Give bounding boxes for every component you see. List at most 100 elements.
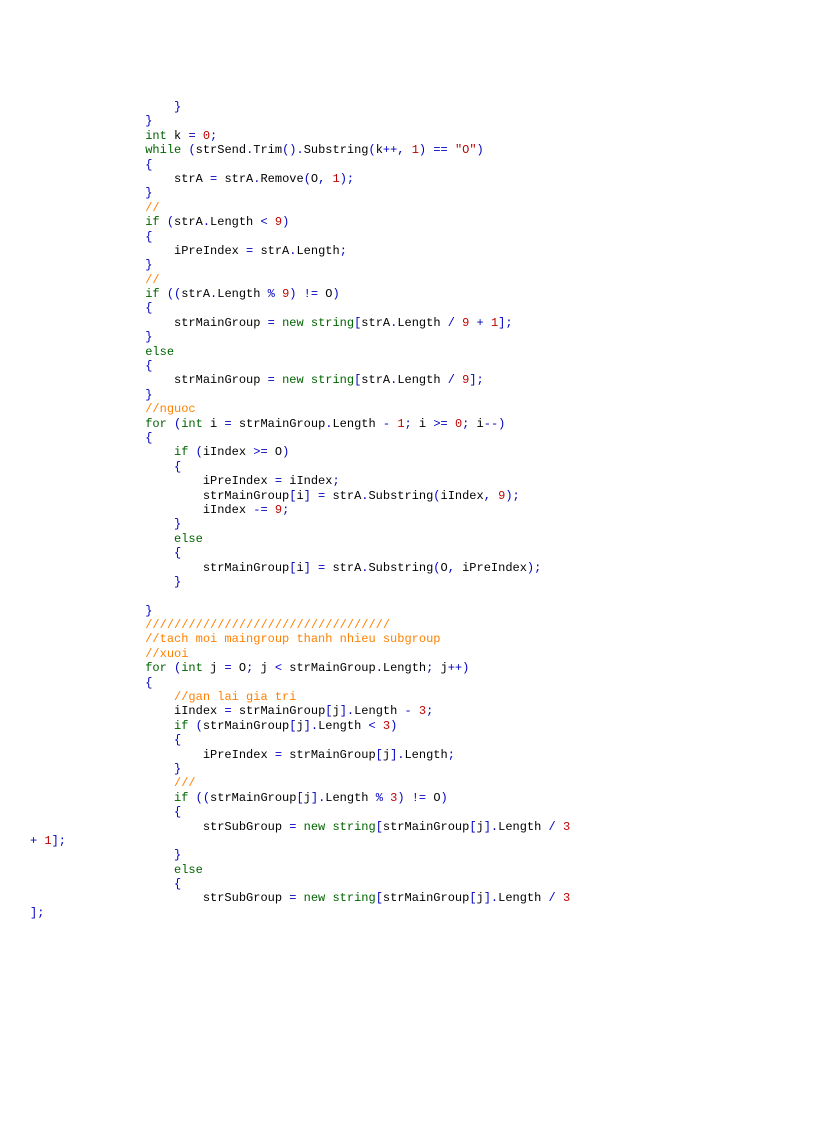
code-token: Substring bbox=[368, 489, 433, 503]
code-token: 3 bbox=[563, 891, 577, 905]
code-token: [ bbox=[469, 820, 476, 834]
code-token: = bbox=[246, 244, 260, 258]
code-token: strSend bbox=[196, 143, 246, 157]
code-token: //xuoi bbox=[145, 647, 188, 661]
code-token: = bbox=[289, 820, 303, 834]
code-token: j bbox=[477, 820, 484, 834]
code-line: //xuoi bbox=[30, 647, 786, 661]
code-token: ) bbox=[390, 719, 397, 733]
code-line: { bbox=[30, 301, 786, 315]
code-token: iPreIndex bbox=[203, 748, 275, 762]
code-token bbox=[30, 791, 174, 805]
code-token: O bbox=[275, 445, 282, 459]
code-token: ; bbox=[340, 244, 347, 258]
code-token: { bbox=[30, 546, 181, 560]
code-token: ++) bbox=[448, 661, 470, 675]
code-token: strMainGroup bbox=[203, 719, 289, 733]
code-token: } bbox=[30, 517, 181, 531]
code-line: + 1]; bbox=[30, 834, 786, 848]
code-token: [ bbox=[376, 748, 383, 762]
code-token: for bbox=[145, 661, 174, 675]
code-token: new bbox=[282, 373, 311, 387]
code-token: iIndex bbox=[174, 704, 224, 718]
code-token: string bbox=[311, 316, 354, 330]
code-token: strMainGroup bbox=[239, 704, 325, 718]
code-token: if bbox=[145, 287, 167, 301]
code-token: k bbox=[174, 129, 188, 143]
code-line: for (int i = strMainGroup.Length - 1; i … bbox=[30, 417, 786, 431]
code-token: ]; bbox=[52, 834, 66, 848]
code-token: [ bbox=[376, 891, 383, 905]
code-token: . bbox=[376, 661, 383, 675]
code-token: } bbox=[30, 258, 152, 272]
code-token: strMainGroup bbox=[383, 820, 469, 834]
code-token: { bbox=[30, 676, 152, 690]
code-line: } bbox=[30, 517, 786, 531]
code-token: O bbox=[311, 172, 318, 186]
code-token bbox=[30, 489, 203, 503]
code-token bbox=[30, 345, 145, 359]
code-token: strA bbox=[174, 215, 203, 229]
code-line: { bbox=[30, 676, 786, 690]
code-token: 1 bbox=[333, 172, 340, 186]
code-line: strA = strA.Remove(O, 1); bbox=[30, 172, 786, 186]
code-token bbox=[30, 647, 145, 661]
code-token: % bbox=[268, 287, 282, 301]
code-line: strMainGroup = new string[strA.Length / … bbox=[30, 316, 786, 330]
code-token: O bbox=[239, 661, 246, 675]
code-token: ( bbox=[167, 215, 174, 229]
code-token: >= bbox=[253, 445, 275, 459]
code-token: strMainGroup bbox=[289, 661, 375, 675]
code-token bbox=[30, 215, 145, 229]
code-token: i bbox=[210, 417, 224, 431]
code-token: i bbox=[296, 489, 303, 503]
code-token: ; bbox=[246, 661, 260, 675]
code-line: ////////////////////////////////// bbox=[30, 618, 786, 632]
code-token: i bbox=[296, 561, 303, 575]
code-token: 1 bbox=[412, 143, 419, 157]
code-token: ]. bbox=[304, 719, 318, 733]
code-token: ; bbox=[448, 748, 455, 762]
code-token: 0 bbox=[203, 129, 210, 143]
code-token: ]. bbox=[484, 891, 498, 905]
code-token: ; bbox=[426, 704, 433, 718]
code-token: } bbox=[30, 762, 181, 776]
code-token bbox=[30, 143, 145, 157]
code-token: i bbox=[419, 417, 433, 431]
code-token bbox=[30, 561, 203, 575]
code-line: { bbox=[30, 230, 786, 244]
code-token: j bbox=[296, 719, 303, 733]
code-token: Length bbox=[332, 417, 382, 431]
code-token: Length bbox=[325, 791, 375, 805]
code-token: < bbox=[275, 661, 289, 675]
code-token: { bbox=[30, 359, 152, 373]
code-token: 9 bbox=[462, 316, 476, 330]
code-token: ; bbox=[426, 661, 440, 675]
code-token bbox=[30, 719, 174, 733]
code-token: ////////////////////////////////// bbox=[145, 618, 390, 632]
code-line: if (iIndex >= O) bbox=[30, 445, 786, 459]
code-token: string bbox=[332, 891, 375, 905]
code-token: , bbox=[448, 561, 462, 575]
code-token: strMainGroup bbox=[289, 748, 375, 762]
code-token: strMainGroup bbox=[174, 316, 268, 330]
code-token: = bbox=[188, 129, 202, 143]
code-line: while (strSend.Trim().Substring(k++, 1) … bbox=[30, 143, 786, 157]
code-token: 3 bbox=[563, 820, 577, 834]
code-token: ; bbox=[210, 129, 217, 143]
code-line: strMainGroup[i] = strA.Substring(O, iPre… bbox=[30, 561, 786, 575]
code-line: { bbox=[30, 431, 786, 445]
code-token: Length bbox=[210, 215, 260, 229]
code-token: Trim bbox=[253, 143, 282, 157]
code-line: } bbox=[30, 575, 786, 589]
code-token bbox=[30, 704, 174, 718]
code-token: = bbox=[268, 316, 282, 330]
code-token: , bbox=[484, 489, 498, 503]
code-token: + bbox=[477, 316, 491, 330]
code-token: strA bbox=[224, 172, 253, 186]
code-token: ]; bbox=[469, 373, 483, 387]
code-token: int bbox=[181, 661, 210, 675]
code-token: ]. bbox=[390, 748, 404, 762]
code-token: ; bbox=[462, 417, 476, 431]
code-line: { bbox=[30, 546, 786, 560]
